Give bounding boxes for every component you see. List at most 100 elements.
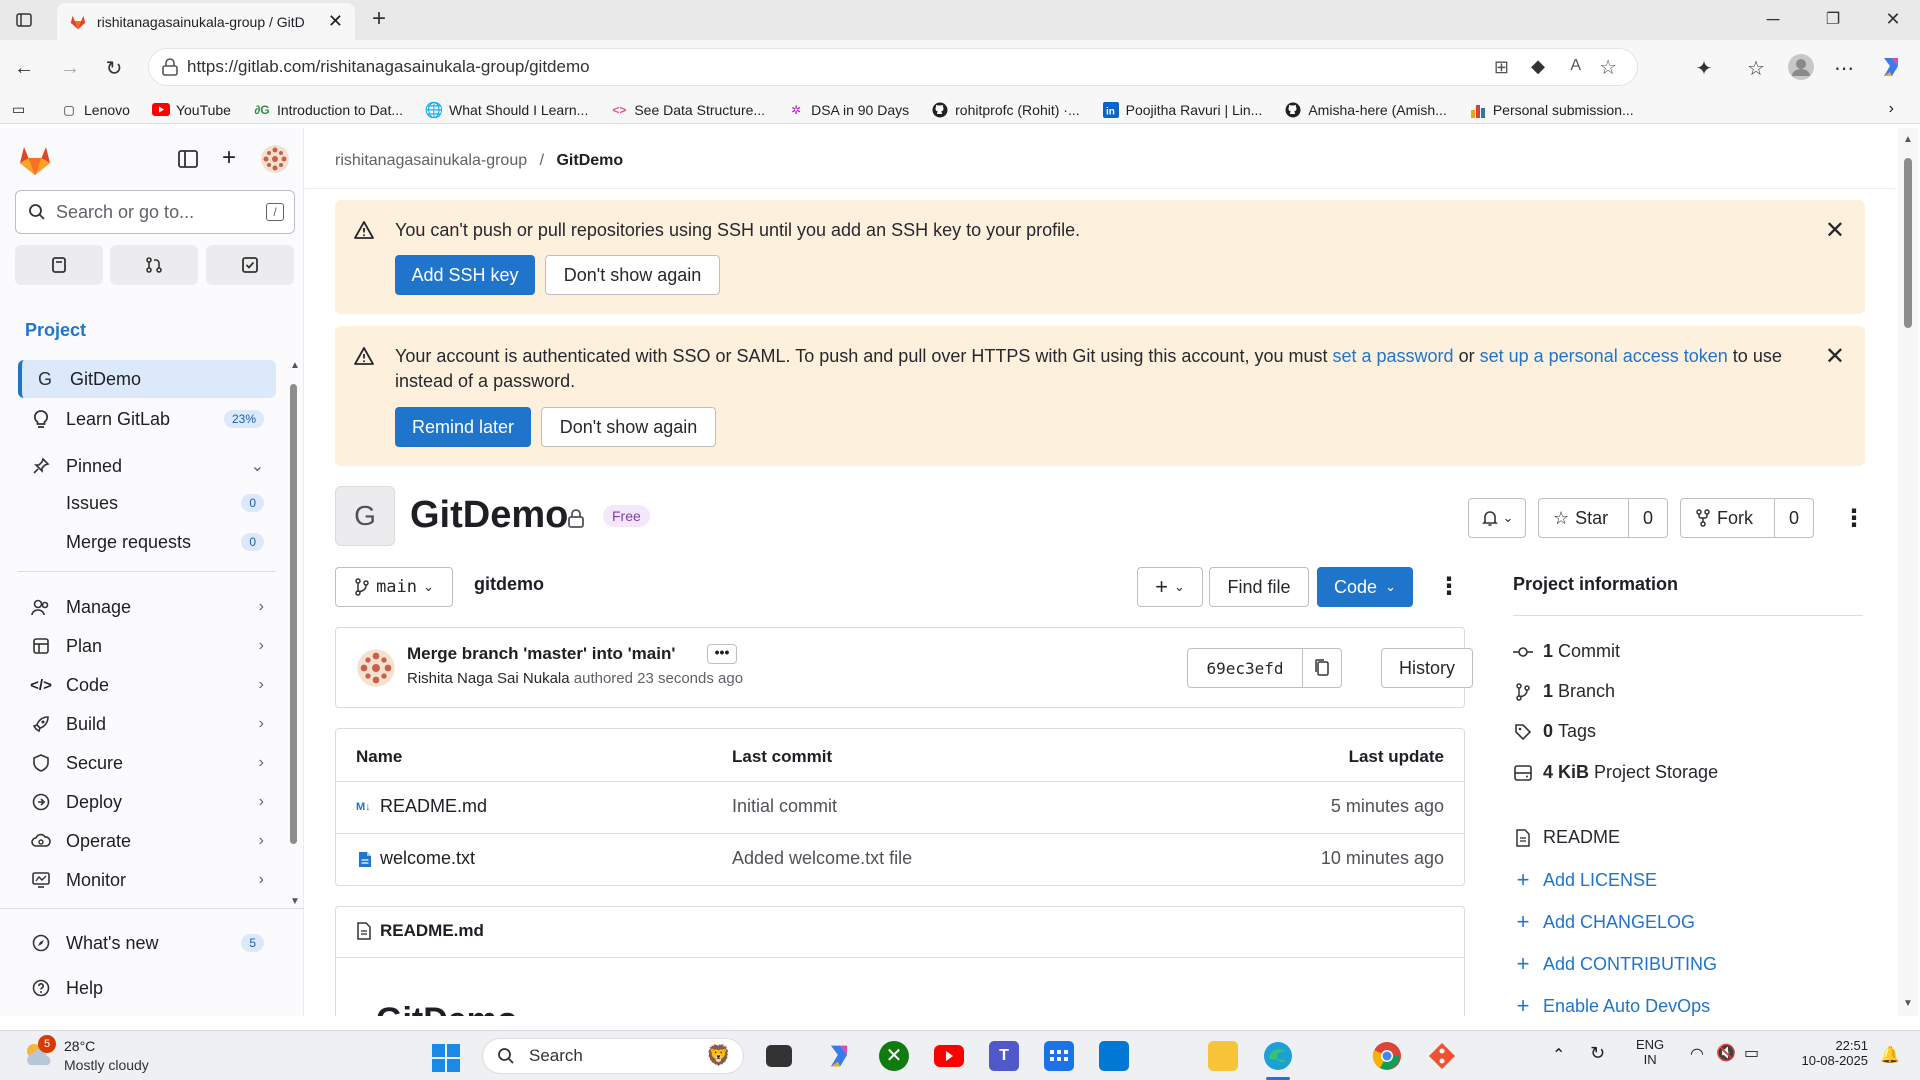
gitlab-logo-icon[interactable] bbox=[18, 144, 52, 176]
bookmark-item[interactable]: Amisha-here (Amish... bbox=[1284, 101, 1447, 119]
branch-selector[interactable]: main ⌄ bbox=[335, 567, 453, 607]
sidebar-item-deploy[interactable]: Deploy › bbox=[18, 783, 276, 821]
bookmark-item[interactable]: ∂G Introduction to Dat... bbox=[253, 101, 403, 119]
user-avatar[interactable] bbox=[260, 144, 290, 174]
back-icon[interactable]: ← bbox=[10, 54, 38, 82]
merge-requests-shortcut-button[interactable] bbox=[110, 245, 198, 285]
close-icon[interactable]: ✕ bbox=[1825, 216, 1845, 245]
forward-icon[interactable]: → bbox=[56, 54, 84, 82]
favorite-star-icon[interactable]: ☆ bbox=[1599, 55, 1617, 80]
branches-link[interactable]: 1 Branch bbox=[1513, 681, 1615, 702]
extension-tag-icon[interactable]: ◆ bbox=[1531, 56, 1545, 77]
battery-icon[interactable]: ▭ bbox=[1744, 1043, 1759, 1063]
store-icon[interactable] bbox=[1099, 1041, 1129, 1071]
bookmarks-menu-icon[interactable]: ▭ bbox=[12, 101, 34, 118]
copilot-taskbar-icon[interactable] bbox=[824, 1041, 854, 1071]
commit-author-link[interactable]: Rishita Naga Sai Nukala bbox=[407, 670, 570, 687]
add-ssh-key-button[interactable]: Add SSH key bbox=[395, 255, 535, 295]
enable-auto-devops-link[interactable]: + Enable Auto DevOps bbox=[1513, 993, 1711, 1016]
read-aloud-icon[interactable]: A bbox=[1570, 57, 1581, 75]
notification-settings-button[interactable]: ⌄ bbox=[1468, 498, 1526, 538]
commit-sha[interactable]: 69ec3efd bbox=[1187, 648, 1303, 688]
author-avatar[interactable] bbox=[356, 648, 396, 688]
weather-icon[interactable]: 5 bbox=[20, 1035, 60, 1073]
xbox-icon[interactable]: ✕ bbox=[879, 1041, 909, 1071]
more-bookmarks-chevron-icon[interactable]: › bbox=[1889, 100, 1894, 118]
notifications-icon[interactable]: 🔔 bbox=[1880, 1045, 1900, 1065]
file-commit-link[interactable]: Added welcome.txt file bbox=[732, 848, 912, 869]
teams-icon[interactable]: T bbox=[989, 1041, 1019, 1071]
extensions-icon[interactable]: ✦ bbox=[1690, 54, 1718, 82]
sidebar-scrollbar[interactable]: ▲ ▼ bbox=[287, 360, 300, 908]
table-row[interactable]: welcome.txt Added welcome.txt file 10 mi… bbox=[336, 833, 1464, 885]
more-actions-icon[interactable]: ⋮ bbox=[1437, 572, 1461, 601]
task-view-icon[interactable] bbox=[766, 1045, 792, 1067]
file-explorer-icon[interactable] bbox=[1208, 1041, 1238, 1071]
tab-actions-icon[interactable] bbox=[12, 8, 36, 32]
page-scrollbar[interactable]: ▲ ▼ bbox=[1898, 128, 1918, 1016]
readme-link[interactable]: README bbox=[1513, 827, 1620, 848]
search-input[interactable]: Search or go to... / bbox=[15, 190, 295, 234]
apps-icon[interactable]: ⊞ bbox=[1494, 57, 1509, 78]
git-gui-icon[interactable] bbox=[1427, 1041, 1457, 1071]
sidebar-item-build[interactable]: Build › bbox=[18, 705, 276, 743]
sidebar-item-manage[interactable]: Manage › bbox=[18, 588, 276, 626]
more-actions-icon[interactable]: ⋮ bbox=[1842, 504, 1866, 533]
commit-title-link[interactable]: Merge branch 'master' into 'main' bbox=[407, 644, 675, 664]
collapse-sidebar-icon[interactable] bbox=[178, 150, 198, 168]
sidebar-item-merge-requests[interactable]: Merge requests 0 bbox=[18, 523, 276, 561]
clock[interactable]: 22:51 10-08-2025 bbox=[1788, 1038, 1869, 1068]
bookmark-item[interactable]: ✲ DSA in 90 Days bbox=[787, 101, 909, 119]
bookmark-item[interactable]: 🌐 What Should I Learn... bbox=[425, 101, 589, 119]
breadcrumb-project-link[interactable]: GitDemo bbox=[556, 152, 623, 169]
reload-icon[interactable]: ↻ bbox=[100, 54, 128, 82]
chrome-icon[interactable] bbox=[1372, 1041, 1402, 1071]
storage-link[interactable]: 4 KiB Project Storage bbox=[1513, 762, 1718, 783]
expand-commit-icon[interactable]: ••• bbox=[707, 644, 737, 664]
issues-shortcut-button[interactable] bbox=[15, 245, 103, 285]
sidebar-item-whats-new[interactable]: What's new 5 bbox=[18, 924, 276, 962]
bookmark-item[interactable]: in Poojitha Ravuri | Lin... bbox=[1102, 101, 1262, 119]
personal-access-token-link[interactable]: set up a personal access token bbox=[1480, 346, 1728, 366]
set-password-link[interactable]: set a password bbox=[1333, 346, 1454, 366]
close-tab-icon[interactable]: ✕ bbox=[328, 11, 343, 32]
tags-link[interactable]: 0 Tags bbox=[1513, 721, 1596, 742]
commits-link[interactable]: 1 Commit bbox=[1513, 641, 1620, 662]
close-window-icon[interactable]: ✕ bbox=[1880, 6, 1906, 32]
sidebar-item-learn-gitlab[interactable]: Learn GitLab 23% bbox=[18, 400, 276, 438]
todo-shortcut-button[interactable] bbox=[206, 245, 294, 285]
fork-button[interactable]: Fork 0 bbox=[1680, 498, 1814, 538]
windows-start-icon[interactable] bbox=[432, 1044, 460, 1072]
minimize-icon[interactable]: ─ bbox=[1760, 6, 1786, 32]
sidebar-item-plan[interactable]: Plan › bbox=[18, 627, 276, 665]
file-name-link[interactable]: welcome.txt bbox=[380, 848, 475, 869]
bookmark-item[interactable]: ▢ Lenovo bbox=[60, 101, 130, 119]
show-hidden-icons-icon[interactable]: ⌃ bbox=[1552, 1045, 1565, 1065]
taskbar-search[interactable]: Search 🦁 bbox=[482, 1038, 744, 1074]
sidebar-item-help[interactable]: Help bbox=[18, 969, 276, 1007]
profile-avatar-icon[interactable] bbox=[1786, 52, 1816, 82]
favorites-icon[interactable]: ☆ bbox=[1742, 54, 1770, 82]
volume-muted-icon[interactable]: 🔇 bbox=[1716, 1043, 1736, 1063]
sidebar-item-secure[interactable]: Secure › bbox=[18, 744, 276, 782]
file-commit-link[interactable]: Initial commit bbox=[732, 796, 837, 817]
find-file-button[interactable]: Find file bbox=[1209, 567, 1309, 607]
site-info-icon[interactable] bbox=[161, 58, 179, 76]
sidebar-item-operate[interactable]: Operate › bbox=[18, 822, 276, 860]
bookmark-item[interactable]: rohitprofc (Rohit) ·... bbox=[931, 101, 1080, 119]
edge-icon[interactable] bbox=[1263, 1041, 1293, 1071]
add-contributing-link[interactable]: + Add CONTRIBUTING bbox=[1513, 951, 1717, 977]
sidebar-item-code[interactable]: </> Code › bbox=[18, 666, 276, 704]
copy-sha-button[interactable] bbox=[1302, 648, 1342, 688]
add-changelog-link[interactable]: + Add CHANGELOG bbox=[1513, 909, 1696, 935]
add-license-link[interactable]: + Add LICENSE bbox=[1513, 867, 1658, 893]
bookmark-item[interactable]: <> See Data Structure... bbox=[610, 101, 765, 119]
create-new-icon[interactable]: + bbox=[222, 144, 236, 172]
browser-tab[interactable]: rishitanagasainukala-group / GitD ✕ bbox=[57, 3, 355, 40]
breadcrumb-group-link[interactable]: rishitanagasainukala-group bbox=[335, 152, 527, 169]
sidebar-item-gitdemo[interactable]: G GitDemo bbox=[18, 360, 276, 398]
sidebar-item-pinned[interactable]: Pinned ⌄ bbox=[18, 447, 276, 485]
dont-show-again-button[interactable]: Don't show again bbox=[545, 255, 720, 295]
dont-show-again-button[interactable]: Don't show again bbox=[541, 407, 716, 447]
remind-later-button[interactable]: Remind later bbox=[395, 407, 531, 447]
